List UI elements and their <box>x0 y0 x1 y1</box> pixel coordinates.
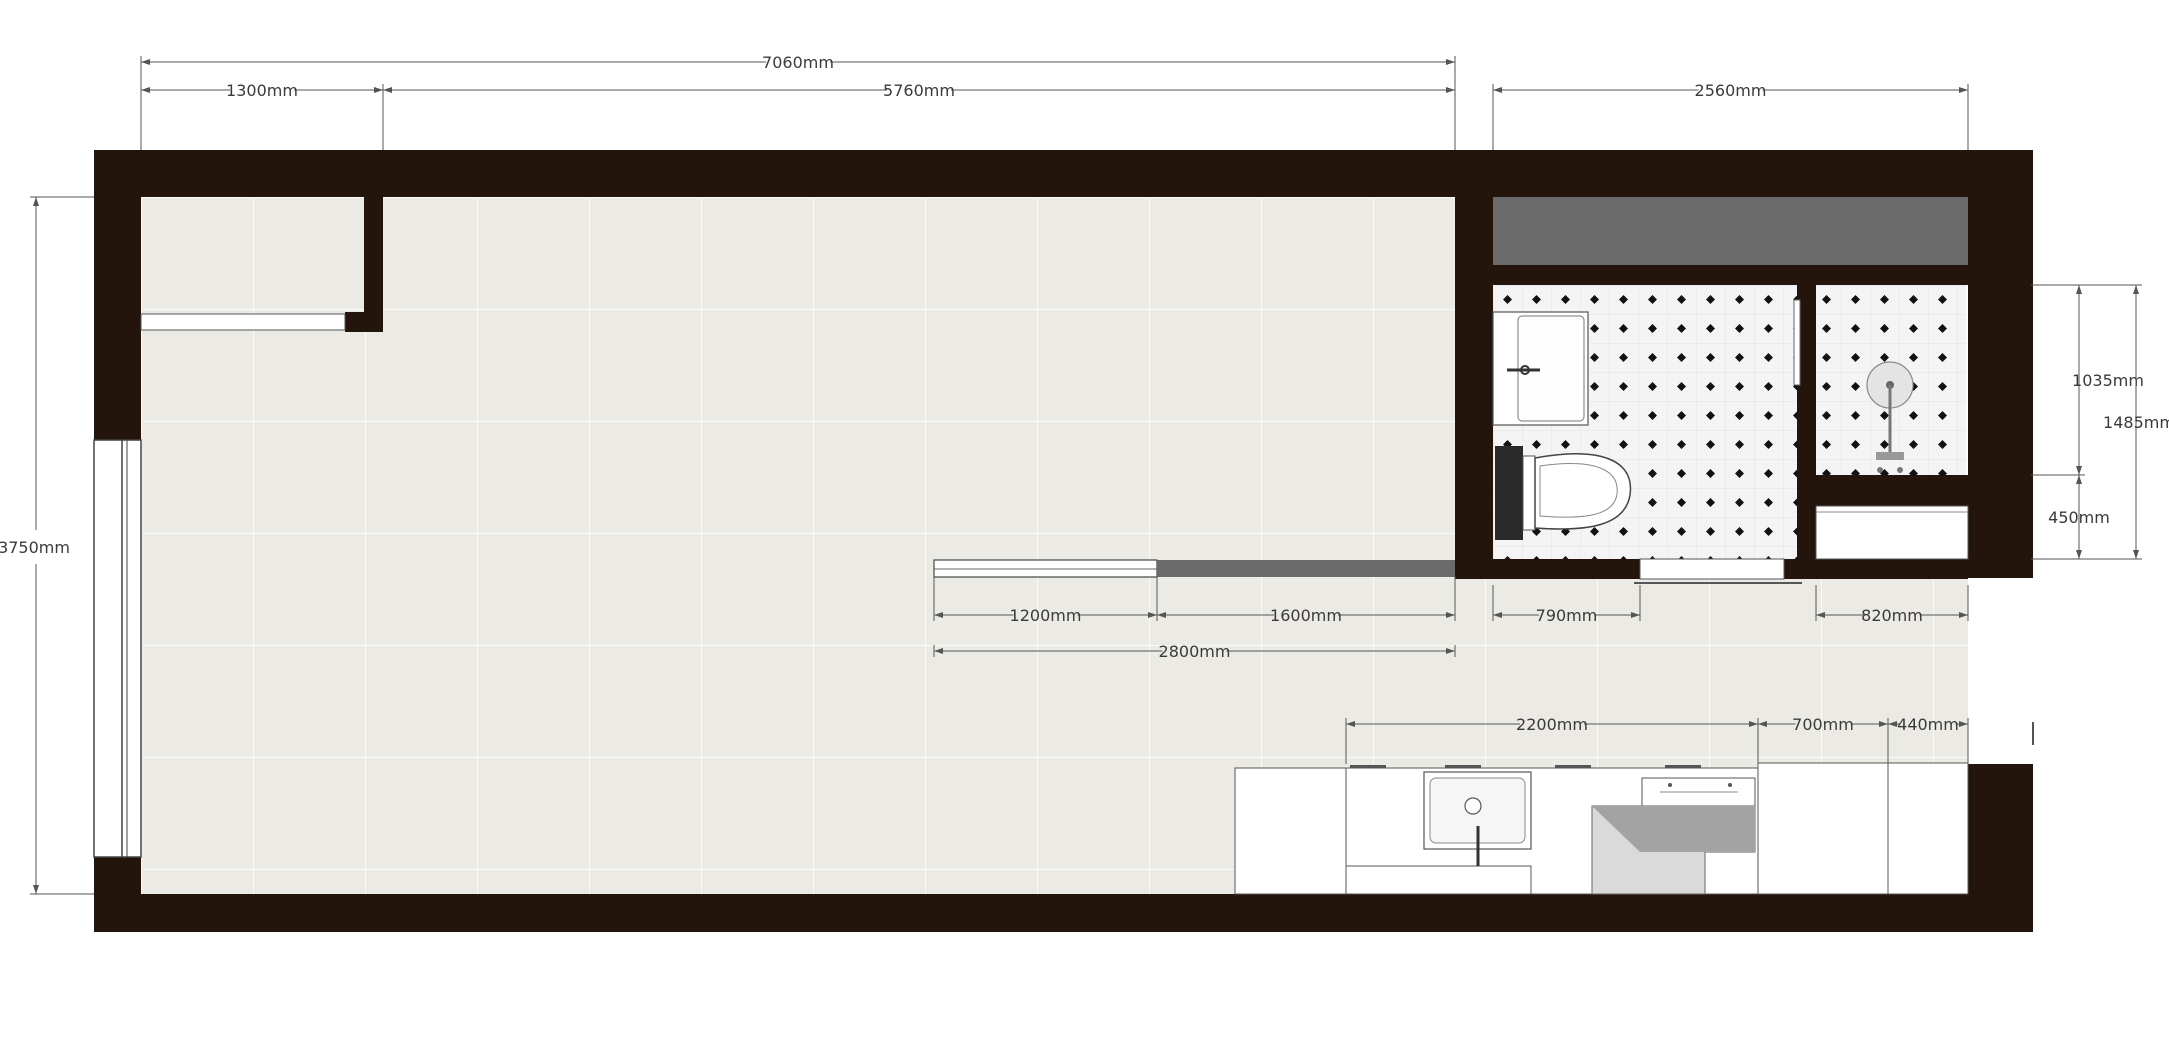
entry-closet-wall-v <box>364 197 383 332</box>
counter-top-edge-1 <box>1350 765 1386 768</box>
top-wall <box>94 150 2033 197</box>
counter-lower-left <box>1345 865 1532 895</box>
bathroom-door <box>1634 558 1802 584</box>
partition-solid <box>1157 560 1455 577</box>
dimension-label: 2800mm <box>1159 642 1231 661</box>
dimension-main-room-width: 5760mm <box>382 81 1456 150</box>
wardrobe <box>1815 505 1969 560</box>
dimension-entry-closet-width: 1300mm <box>140 81 384 150</box>
dimension-label: 700mm <box>1792 715 1854 734</box>
dimension-label: 2560mm <box>1695 81 1767 100</box>
dimension-closet-depth: 450mm <box>2031 474 2110 560</box>
dimension-label: 820mm <box>1861 606 1923 625</box>
dimension-overall-width: 7060mm <box>140 53 1456 150</box>
bathroom-bottom-wall-left <box>1493 559 1640 579</box>
dimension-label: 1035mm <box>2072 371 2144 390</box>
dimension-label: 1200mm <box>1010 606 1082 625</box>
right-wall-lower <box>1968 764 2033 932</box>
refrigerator <box>1757 762 1889 895</box>
counter-top-edge-4 <box>1665 765 1701 768</box>
shelf-bottom-wall <box>1493 265 1968 285</box>
kitchen <box>1234 762 1969 895</box>
bathroom-left-wall <box>1455 150 1493 579</box>
dimension-label: 450mm <box>2048 508 2110 527</box>
bathroom-shelf <box>1493 197 1968 265</box>
dimension-label: 2200mm <box>1516 715 1588 734</box>
shower-glass <box>1793 299 1801 386</box>
dimension-label: 1600mm <box>1270 606 1342 625</box>
counter-top-edge-2 <box>1445 765 1481 768</box>
dimension-label: 790mm <box>1536 606 1598 625</box>
washbasin <box>1492 311 1589 426</box>
dimension-label: 7060mm <box>762 53 834 72</box>
dimension-bathroom-width: 2560mm <box>1492 81 1969 150</box>
entry-closet-wall-h <box>345 312 383 332</box>
left-wall-lower <box>94 857 141 932</box>
dimension-shower-depth: 1035mm <box>2031 284 2144 476</box>
right-wall-upper <box>1968 150 2033 578</box>
counter-end-cabinet <box>1234 767 1347 895</box>
closet-top-wall <box>1797 475 1968 506</box>
floor-plan: 7060mm 1300mm 5760mm 2560mm 1200mm 1600mm 2800… <box>0 53 2169 932</box>
tall-cabinet <box>1887 762 1969 895</box>
room-partition <box>933 559 1455 578</box>
dimension-room-depth: 3750mm <box>0 196 94 895</box>
dimension-label: 5760mm <box>883 81 955 100</box>
dimension-label: 1485mm <box>2103 413 2169 432</box>
window <box>93 439 142 858</box>
entry-closet-shelf <box>140 313 346 331</box>
counter-top-edge-3 <box>1555 765 1591 768</box>
entrance-door <box>1968 578 2034 764</box>
cooktop <box>1641 777 1756 807</box>
left-wall-upper <box>94 150 141 440</box>
bottom-wall <box>94 894 2033 932</box>
dimension-label: 3750mm <box>0 538 70 557</box>
dimension-label: 1300mm <box>226 81 298 100</box>
dimension-label: 440mm <box>1897 715 1959 734</box>
